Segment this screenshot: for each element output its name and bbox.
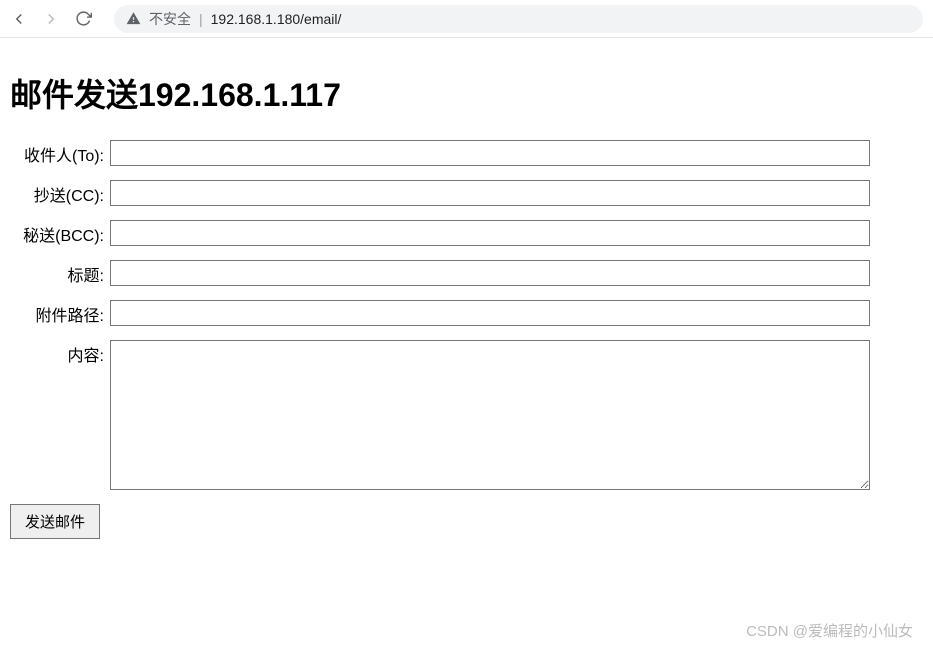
row-attachment: 附件路径: (10, 300, 923, 326)
row-submit: 发送邮件 (10, 504, 923, 539)
security-label: 不安全 (149, 9, 191, 29)
row-bcc: 秘送(BCC): (10, 220, 923, 246)
label-cc: 抄送(CC): (10, 180, 110, 206)
watermark: CSDN @爱编程的小仙女 (746, 620, 913, 641)
row-cc: 抄送(CC): (10, 180, 923, 206)
send-button[interactable]: 发送邮件 (10, 504, 100, 539)
warning-icon (126, 11, 141, 26)
label-bcc: 秘送(BCC): (10, 220, 110, 246)
address-bar[interactable]: 不安全 | 192.168.1.180/email/ (114, 5, 923, 33)
label-subject: 标题: (10, 260, 110, 286)
input-attachment[interactable] (110, 300, 870, 326)
label-to: 收件人(To): (10, 140, 110, 166)
row-to: 收件人(To): (10, 140, 923, 166)
input-cc[interactable] (110, 180, 870, 206)
input-to[interactable] (110, 140, 870, 166)
label-content: 内容: (10, 340, 110, 366)
row-content: 内容: (10, 340, 923, 490)
forward-icon (42, 10, 60, 28)
input-subject[interactable] (110, 260, 870, 286)
reload-icon[interactable] (74, 10, 92, 28)
input-bcc[interactable] (110, 220, 870, 246)
page-title: 邮件发送192.168.1.117 (10, 70, 923, 116)
url-text: 192.168.1.180/email/ (211, 11, 342, 27)
back-icon[interactable] (10, 10, 28, 28)
row-subject: 标题: (10, 260, 923, 286)
textarea-content[interactable] (110, 340, 870, 490)
browser-toolbar: 不安全 | 192.168.1.180/email/ (0, 0, 933, 38)
page-content: 邮件发送192.168.1.117 收件人(To): 抄送(CC): 秘送(BC… (0, 38, 933, 549)
label-attachment: 附件路径: (10, 300, 110, 326)
address-divider: | (199, 11, 203, 27)
